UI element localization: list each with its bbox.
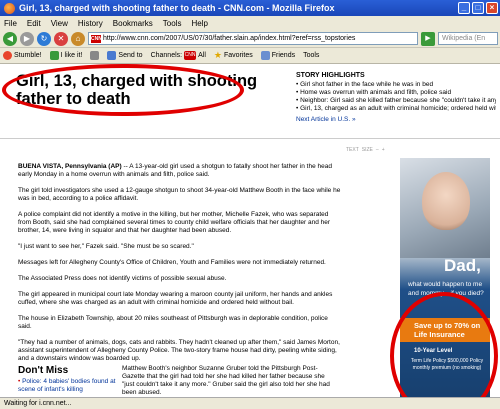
back-icon[interactable]: ◀ [3,31,17,46]
i-like-it-button[interactable]: I like it! [49,51,83,60]
page-content: Girl, 13, charged with shooting father t… [0,64,500,397]
all-label: All [198,52,206,59]
reload-icon[interactable]: ↻ [37,31,51,46]
friends-button[interactable]: Friends [260,51,296,60]
highlight-item: Girl, 13, charged as an adult with crimi… [296,105,496,113]
text-size-increase-button[interactable]: + [382,147,385,153]
menu-help[interactable]: Help [191,19,207,28]
stumble-button[interactable]: Stumble! [3,51,42,60]
menu-history[interactable]: History [78,19,103,28]
search-input[interactable]: Wikipedia (En [438,32,498,45]
maximize-button[interactable]: □ [472,2,484,14]
status-bar: Waiting for i.cnn.net... [0,397,500,409]
text-size-label: TEXT [346,147,359,153]
text-size-control: TEXT SIZE – + [346,147,385,153]
story-highlights-title: STORY HIGHLIGHTS [296,72,365,79]
minimize-button[interactable]: _ [458,2,470,14]
friends-icon [260,51,270,60]
article-body: BUENA VISTA, Pennsylvania (AP) -- A 13-y… [18,163,342,371]
article-paragraph: BUENA VISTA, Pennsylvania (AP) -- A 13-y… [18,163,342,179]
next-article-link[interactable]: Next Article in U.S. » [296,116,496,123]
article-paragraph: "They had a number of animals, dogs, cat… [18,339,340,362]
friends-label: Friends [271,52,296,59]
menu-view[interactable]: View [51,19,68,28]
article-paragraph: The Associated Press does not identify v… [18,275,227,282]
thumbs-up-icon [49,51,59,60]
stumble-label: Stumble! [14,52,42,59]
channels-label: Channels: [150,52,183,59]
article-paragraph: The girl told investigators she used a 1… [18,187,341,202]
stumbleupon-icon [3,51,12,60]
send-to-label: Send to [118,52,143,59]
address-bar-url: http://www.cnn.com/2007/US/07/30/father.… [103,35,356,42]
article-paragraph: A police complaint did not identify a mo… [18,211,331,234]
stop-icon[interactable]: ✕ [54,31,68,46]
i-like-it-label: I like it! [60,52,83,59]
story-highlights: STORY HIGHLIGHTS Girl shot father in the… [296,72,496,123]
window-title-bar: Girl, 13, charged with shooting father t… [0,0,500,16]
text-size-label-2: SIZE [361,147,373,153]
dont-miss-box: Don't Miss Police: 4 babies' bodies foun… [18,365,118,394]
favorites-label: Favorites [223,52,253,59]
menu-edit[interactable]: Edit [27,19,41,28]
address-bar[interactable]: CNN http://www.cnn.com/2007/US/07/30/fat… [88,32,418,45]
tools-label: Tools [303,52,320,59]
navigation-toolbar: ◀ ▶ ↻ ✕ ⌂ CNN http://www.cnn.com/2007/US… [0,30,500,48]
divider [0,138,500,139]
dateline: BUENA VISTA, Pennsylvania (AP) [18,163,122,170]
cnn-favicon: CNN [91,35,102,43]
text-size-decrease-button[interactable]: – [376,147,379,153]
star-icon: ★ [213,50,222,60]
menu-bar: File Edit View History Bookmarks Tools H… [0,16,500,30]
article-paragraph: The girl appeared in municipal court lat… [18,291,333,306]
send-icon [107,51,117,60]
thumbs-down-icon [90,51,100,60]
close-button[interactable]: × [486,2,498,14]
highlight-item: Home was overrun with animals and filth,… [296,89,496,97]
article-paragraph: Messages left for Allegheny County's Off… [18,259,326,266]
menu-file[interactable]: File [4,19,17,28]
article-paragraph: "I just want to see her," Fazek said. "S… [18,243,194,250]
send-to-button[interactable]: Send to [107,51,143,60]
menu-tools[interactable]: Tools [163,19,182,28]
ad-headline: Dad, [444,256,481,275]
menu-bookmarks[interactable]: Bookmarks [113,19,153,28]
favorites-button[interactable]: ★ Favorites [214,50,253,61]
cnn-channel-icon: CNN [184,51,197,60]
firefox-icon [4,2,15,14]
tools-button[interactable]: Tools [303,52,319,59]
article-paragraph: The house in Elizabeth Township, about 2… [18,315,328,330]
channels-menu[interactable]: Channels: CNN All [151,51,206,60]
window-title: Girl, 13, charged with shooting father t… [19,3,335,13]
window-controls: _ □ × [458,2,498,14]
highlight-item: Girl shot father in the face while he wa… [296,81,496,89]
child-photo-icon [422,172,470,230]
forward-icon[interactable]: ▶ [20,31,34,46]
article-paragraph: Matthew Booth's neighbor Suzanne Gruber … [122,365,330,396]
dont-miss-link[interactable]: Police: 4 babies' bodies found at scene … [18,378,118,394]
stumbleupon-toolbar: Stumble! I like it! Send to Channels: CNN… [0,48,500,64]
go-button[interactable]: ▶ [421,31,435,46]
dont-miss-title: Don't Miss [18,365,69,376]
home-icon[interactable]: ⌂ [71,31,85,46]
headline-highlight-circle [2,64,244,116]
highlight-item: Neighbor: Girl said she killed father be… [296,97,496,105]
thumbs-down-button[interactable] [90,51,100,60]
